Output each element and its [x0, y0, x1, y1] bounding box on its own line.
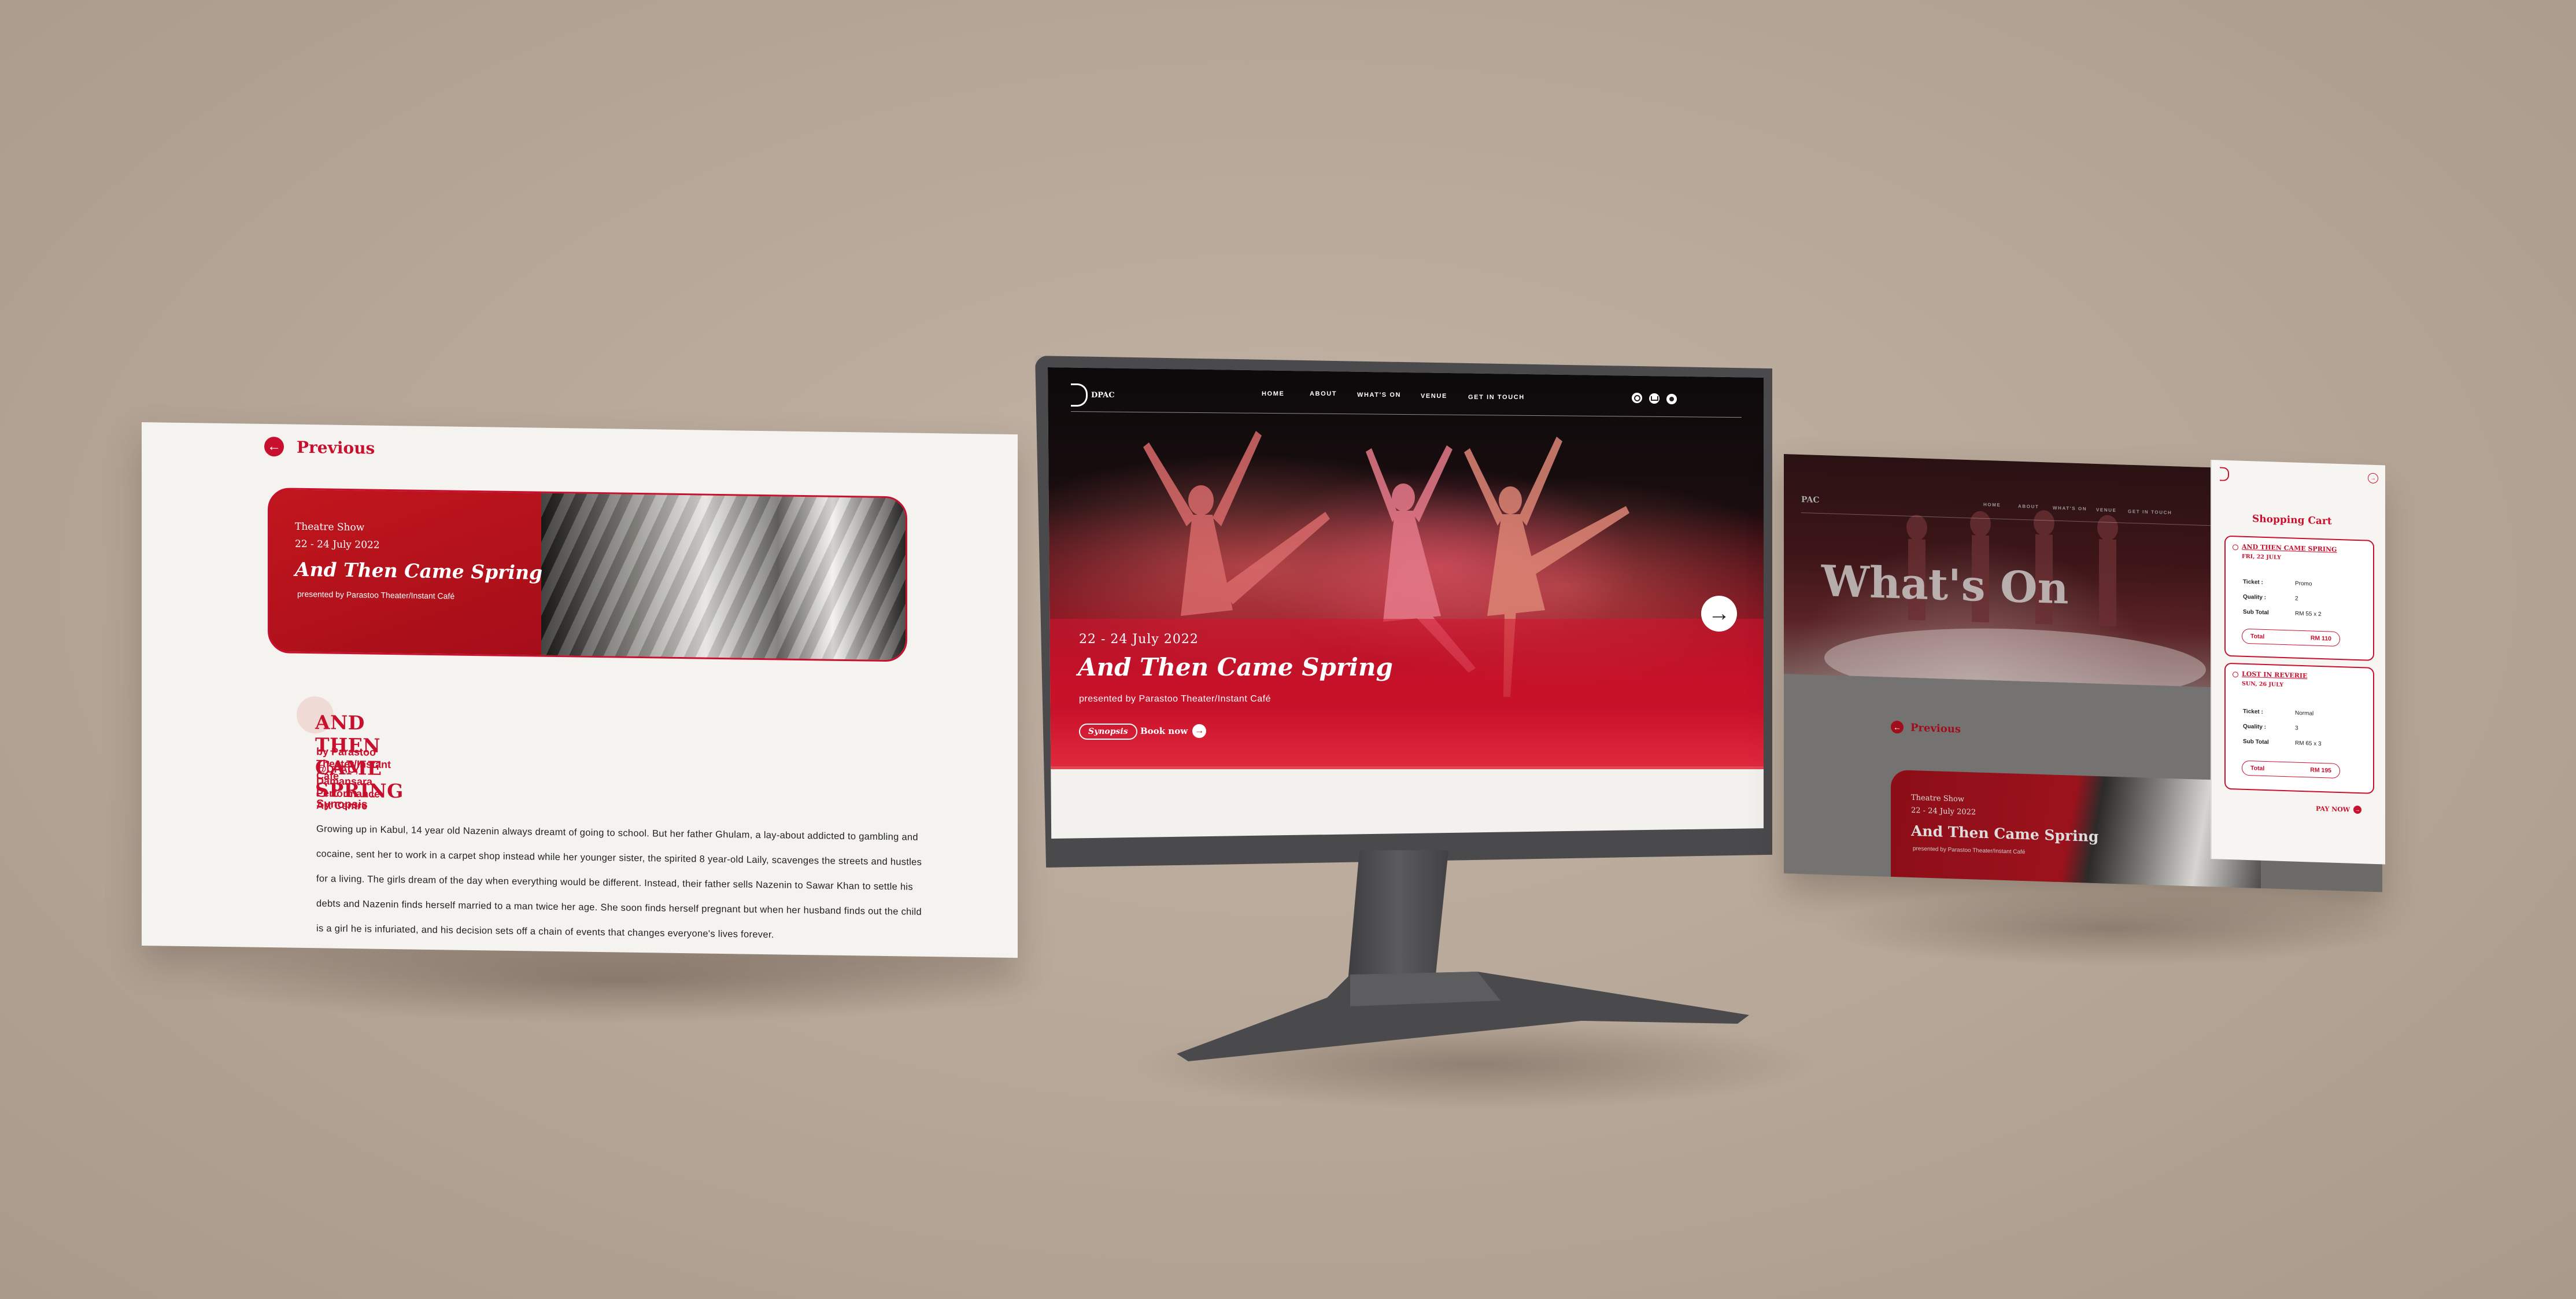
cart-logo-icon — [2220, 467, 2229, 482]
arrow-left-icon: ← — [1891, 720, 1904, 734]
arrow-left-icon: ← — [264, 436, 284, 457]
nav-whats-on[interactable]: WHAT'S ON — [1357, 392, 1401, 398]
synopsis-line: cocaine, sent her to work in a carpet sh… — [316, 848, 922, 868]
rp-nav-home[interactable]: HOME — [1983, 502, 2001, 508]
search-icon[interactable] — [1632, 393, 1642, 403]
monitor-stand-base — [1177, 972, 1749, 1061]
total-label: Total — [2250, 633, 2265, 640]
previous-label: Previous — [297, 437, 375, 458]
monitor-screen: DPAC HOME ABOUT WHAT'S ON VENUE GET IN T… — [1048, 367, 1764, 839]
quality-value: 2 — [2295, 595, 2298, 602]
cart-icon[interactable] — [1649, 393, 1660, 404]
rp-card-dates: 22 - 24 July 2022 — [1911, 806, 1976, 817]
event-card-category: Theatre Show — [295, 521, 365, 534]
rp-logo[interactable]: PAC — [1801, 495, 1820, 505]
hero-banner: DPAC HOME ABOUT WHAT'S ON VENUE GET IN T… — [1048, 367, 1764, 769]
synopsis-button[interactable]: Synopsis — [1079, 724, 1137, 740]
synopsis-line: Growing up in Kabul, 14 year old Nazenin… — [316, 824, 918, 843]
quality-value: 3 — [2295, 725, 2298, 732]
synopsis-line: for a living. The girls dream of the day… — [316, 873, 913, 892]
rp-card-presenter: presented by Parastoo Theater/Instant Ca… — [1913, 846, 2026, 856]
subtotal-label: Sub Total — [2243, 738, 2269, 746]
right-panel-shadow — [1821, 891, 2400, 966]
book-now-label: Book now — [1140, 726, 1188, 736]
subtotal-label: Sub Total — [2243, 608, 2269, 617]
logo-text: DPAC — [1091, 390, 1115, 400]
cart-item-name: AND THEN CAME SPRING — [2242, 543, 2337, 553]
nav-get-in-touch[interactable]: GET IN TOUCH — [1468, 394, 1525, 401]
ticket-value: Normal — [2295, 710, 2314, 717]
hero-title: And Then Came Spring — [1078, 653, 1393, 681]
total-value: RM 110 — [2310, 634, 2331, 643]
rp-previous-link[interactable]: ← Previous — [1891, 720, 1961, 736]
hero-presenter: presented by Parastoo Theater/Instant Ca… — [1079, 694, 1272, 704]
logo-mark-icon — [1071, 383, 1088, 407]
event-card-image — [541, 493, 906, 660]
rp-previous-label: Previous — [1910, 721, 1961, 736]
arrow-right-icon: → — [1192, 724, 1207, 738]
whats-on-title: What's On — [1821, 556, 2069, 614]
nav-home[interactable]: HOME — [1262, 390, 1284, 397]
rp-event-card[interactable]: Theatre Show 22 - 24 July 2022 And Then … — [1891, 769, 2261, 892]
synopsis-line: debts and Nazenin finds herself married … — [316, 898, 922, 917]
rp-card-category: Theatre Show — [1911, 793, 1964, 804]
pay-now-label: PAY NOW — [2316, 805, 2350, 814]
cart-item-radio[interactable] — [2233, 671, 2238, 678]
rp-nav-about[interactable]: ABOUT — [2018, 504, 2039, 510]
subtotal-value: RM 55 x 2 — [2295, 610, 2322, 618]
nav-venue[interactable]: VENUE — [1421, 393, 1447, 400]
event-card-title: And Then Came Spring — [295, 558, 543, 584]
total-label: Total — [2250, 765, 2265, 772]
cart-item[interactable]: LOST IN REVERIE SUN, 26 JULY Ticket : No… — [2224, 662, 2374, 794]
subtotal-value: RM 65 x 3 — [2295, 740, 2322, 748]
previous-link[interactable]: ← Previous — [264, 436, 375, 458]
ticket-label: Ticket : — [2243, 708, 2263, 715]
event-card[interactable]: Theatre Show 22 - 24 July 2022 And Then … — [268, 488, 907, 662]
quality-label: Quality : — [2243, 593, 2267, 601]
ticket-label: Ticket : — [2243, 578, 2263, 586]
synopsis-heading: Synopsis — [316, 798, 368, 811]
cart-item-total: Total RM 195 — [2242, 760, 2340, 779]
cart-item[interactable]: AND THEN CAME SPRING FRI, 22 JULY Ticket… — [2224, 535, 2374, 661]
site-logo[interactable]: DPAC — [1071, 383, 1115, 407]
event-card-dates: 22 - 24 July 2022 — [295, 538, 380, 551]
synopsis-line: is a girl he is infuriated, and his deci… — [316, 923, 774, 940]
next-slide-button[interactable]: → — [1701, 596, 1737, 632]
hero-dates: 22 - 24 July 2022 — [1079, 632, 1199, 647]
pay-now-button[interactable]: PAY NOW → — [2316, 805, 2362, 814]
cart-item-name: LOST IN REVERIE — [2242, 670, 2308, 680]
cart-item-date: SUN, 26 JULY — [2242, 680, 2283, 688]
quality-label: Quality : — [2243, 723, 2267, 731]
arrow-right-icon: → — [1708, 601, 1730, 626]
cart-item-radio[interactable] — [2233, 544, 2238, 551]
shopping-cart-panel: → Shopping Cart AND THEN CAME SPRING FRI… — [2211, 460, 2385, 865]
book-now-button[interactable]: Book now → — [1140, 724, 1207, 738]
cart-close-icon[interactable]: → — [2368, 473, 2378, 484]
arrow-right-icon: → — [2353, 805, 2362, 814]
ticket-value: Promo — [2295, 580, 2312, 588]
cart-item-date: FRI, 22 JULY — [2242, 553, 2281, 561]
cart-item-total: Total RM 110 — [2242, 628, 2340, 647]
whats-on-hero: PAC HOME ABOUT WHAT'S ON VENUE GET IN TO… — [1784, 454, 2258, 689]
rp-card-title: And Then Came Spring — [1911, 822, 2099, 846]
event-detail-page: ← Previous Theatre Show 22 - 24 July 202… — [142, 422, 1018, 958]
nav-about[interactable]: ABOUT — [1310, 390, 1337, 397]
rp-nav-whats-on[interactable]: WHAT'S ON — [2053, 505, 2087, 512]
total-value: RM 195 — [2310, 766, 2331, 774]
user-icon[interactable] — [1666, 394, 1677, 404]
cart-title: Shopping Cart — [2252, 513, 2332, 527]
rp-nav-venue[interactable]: VENUE — [2096, 507, 2117, 513]
